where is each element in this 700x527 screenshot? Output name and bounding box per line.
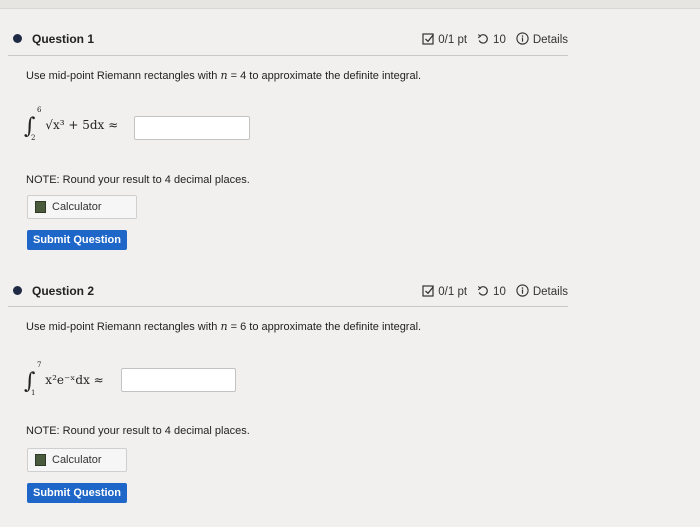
submit-question-button[interactable]: Submit Question: [27, 483, 127, 503]
divider: [8, 55, 568, 56]
score-text: 0/1 pt: [438, 286, 468, 298]
integrand: √x³ + 5dx ≈: [45, 118, 119, 132]
score-text: 0/1 pt: [438, 34, 468, 46]
retry-icon: [477, 33, 489, 48]
attempts-text: 10: [493, 34, 506, 46]
attempts-text: 10: [493, 286, 506, 298]
question-header: Question 2 0/1 pt 10 Details: [8, 276, 568, 306]
question-prompt: Use mid-point Riemann rectangles with n …: [26, 69, 422, 82]
upper-limit: 7: [37, 361, 42, 369]
answer-input[interactable]: [121, 368, 236, 392]
details-link[interactable]: Details: [533, 286, 568, 298]
info-icon[interactable]: [516, 32, 529, 48]
question-title: Question 1: [32, 32, 95, 46]
calculator-button[interactable]: Calculator: [27, 448, 127, 472]
info-icon[interactable]: [516, 284, 529, 300]
question-bullet-icon: [13, 286, 22, 295]
lower-limit: 1: [31, 389, 36, 397]
lower-limit: 2: [31, 134, 36, 142]
rounding-note: NOTE: Round your result to 4 decimal pla…: [26, 425, 250, 437]
question-bullet-icon: [13, 34, 22, 43]
integral-expression: ∫ 7 1 x²e⁻ˣdx ≈: [24, 361, 104, 397]
details-link[interactable]: Details: [533, 34, 568, 46]
score-checkbox-icon: [422, 32, 435, 48]
integral-expression: ∫ 6 2 √x³ + 5dx ≈: [24, 106, 119, 142]
question-meta: 0/1 pt 10 Details: [422, 32, 568, 48]
question-header: Question 1 0/1 pt 10 Details: [8, 24, 568, 54]
upper-limit: 6: [37, 106, 42, 114]
calculator-button[interactable]: Calculator: [27, 195, 137, 219]
divider: [8, 306, 568, 307]
question-meta: 0/1 pt 10 Details: [422, 284, 568, 300]
question-title: Question 2: [32, 284, 95, 298]
top-strip: [0, 0, 700, 9]
submit-question-button[interactable]: Submit Question: [27, 230, 127, 250]
integrand: x²e⁻ˣdx ≈: [45, 373, 104, 387]
retry-icon: [477, 285, 489, 300]
calculator-icon: [35, 201, 46, 213]
rounding-note: NOTE: Round your result to 4 decimal pla…: [26, 174, 250, 186]
question-prompt: Use mid-point Riemann rectangles with n …: [26, 320, 422, 333]
page-bottom: [0, 513, 700, 527]
answer-input[interactable]: [134, 116, 250, 140]
score-checkbox-icon: [422, 284, 435, 300]
calculator-icon: [35, 454, 46, 466]
